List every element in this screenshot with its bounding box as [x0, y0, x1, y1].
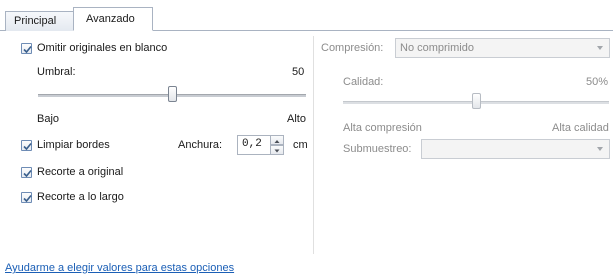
checkmark-icon: [23, 169, 32, 178]
help-link[interactable]: Ayudarme a elegir valores para estas opc…: [5, 262, 234, 274]
checkmark-icon: [23, 194, 32, 203]
panel-divider: [313, 36, 314, 254]
chevron-down-icon: [597, 46, 603, 50]
width-unit: cm: [293, 139, 308, 151]
checkmark-icon: [23, 45, 32, 54]
subsampling-dropdown[interactable]: [421, 139, 610, 159]
width-value: 0,2: [242, 138, 262, 150]
threshold-low-label: Bajo: [37, 113, 60, 125]
quality-high-label: Alta calidad: [552, 122, 609, 134]
checkmark-icon: [23, 142, 32, 151]
compression-label: Compresión:: [321, 42, 384, 54]
threshold-slider-thumb[interactable]: [168, 86, 177, 102]
crop-original-label: Recorte a original: [37, 166, 124, 178]
crop-length-checkbox[interactable]: [21, 192, 32, 203]
quality-value: 50%: [586, 76, 609, 88]
compression-value: No comprimido: [400, 42, 474, 54]
tab-avanzado[interactable]: Avanzado: [73, 7, 153, 31]
width-input[interactable]: 0,2: [237, 135, 271, 155]
quality-label: Calidad:: [343, 76, 384, 88]
crop-original-checkbox[interactable]: [21, 167, 32, 178]
arrow-down-icon: [274, 149, 280, 153]
crop-length-label: Recorte a lo largo: [37, 191, 124, 203]
clean-edges-checkbox[interactable]: [21, 140, 32, 151]
chevron-down-icon: [597, 147, 603, 151]
quality-low-label: Alta compresión: [343, 122, 422, 134]
width-decrement-button[interactable]: [270, 145, 284, 155]
omit-blank-label: Omitir originales en blanco: [37, 42, 168, 54]
arrow-up-icon: [274, 140, 280, 143]
width-label: Anchura:: [178, 139, 223, 151]
quality-slider-thumb[interactable]: [472, 93, 481, 109]
compression-dropdown[interactable]: No comprimido: [395, 38, 610, 58]
tab-principal[interactable]: Principal: [5, 11, 74, 31]
tab-avanzado-label: Avanzado: [86, 13, 135, 25]
subsampling-label: Submuestreo:: [343, 143, 412, 155]
width-increment-button[interactable]: [270, 135, 284, 145]
threshold-label: Umbral:: [37, 66, 76, 78]
tab-principal-label: Principal: [14, 15, 57, 27]
clean-edges-label: Limpiar bordes: [37, 139, 110, 151]
omit-blank-checkbox[interactable]: [21, 43, 32, 54]
threshold-value: 50: [292, 66, 305, 78]
threshold-high-label: Alto: [287, 113, 306, 125]
